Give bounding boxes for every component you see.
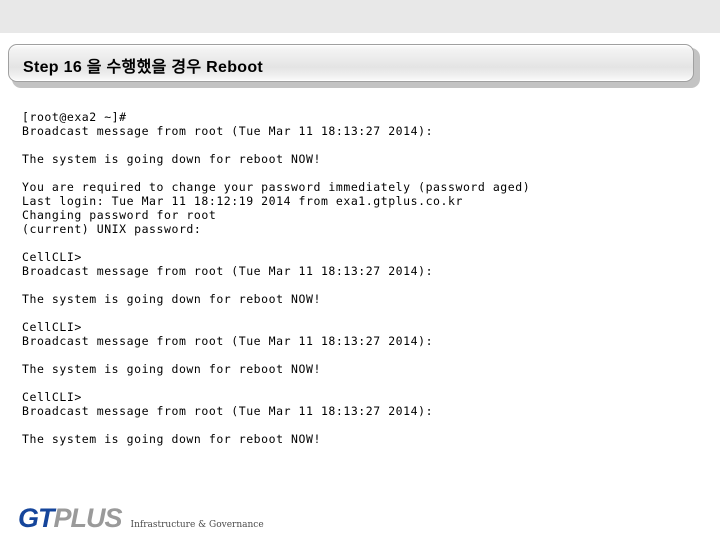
terminal-line: CellCLI> — [22, 390, 82, 404]
terminal-line: You are required to change your password… — [22, 180, 531, 194]
gtplus-logo: GTPLUS — [18, 503, 123, 533]
logo-text-plus: PLUS — [53, 503, 123, 533]
terminal-line: (current) UNIX password: — [22, 222, 202, 236]
terminal-line: [root@exa2 ~]# — [22, 110, 127, 124]
terminal-line: The system is going down for reboot NOW! — [22, 362, 321, 376]
terminal-line: CellCLI> — [22, 250, 82, 264]
terminal-line: Broadcast message from root (Tue Mar 11 … — [22, 264, 434, 278]
terminal-line: Broadcast message from root (Tue Mar 11 … — [22, 124, 434, 138]
terminal-output: [root@exa2 ~]# Broadcast message from roo… — [22, 110, 682, 446]
slide-title-bar: Step 16 을 수행했을 경우 Reboot — [8, 44, 700, 88]
footer-logo: GTPLUS Infrastructure & Governance — [18, 498, 264, 532]
logo-text-gt: GT — [18, 503, 54, 533]
terminal-line: Broadcast message from root (Tue Mar 11 … — [22, 334, 434, 348]
terminal-line: The system is going down for reboot NOW! — [22, 432, 321, 446]
top-decoration-band — [0, 0, 720, 33]
terminal-line: Last login: Tue Mar 11 18:12:19 2014 fro… — [22, 194, 463, 208]
slide-title-panel: Step 16 을 수행했을 경우 Reboot — [8, 44, 694, 82]
terminal-line: CellCLI> — [22, 320, 82, 334]
page-title: Step 16 을 수행했을 경우 Reboot — [23, 59, 264, 76]
terminal-line: The system is going down for reboot NOW! — [22, 152, 321, 166]
terminal-line: Changing password for root — [22, 208, 217, 222]
terminal-line: Broadcast message from root (Tue Mar 11 … — [22, 404, 434, 418]
logo-tagline: Infrastructure & Governance — [130, 520, 264, 530]
terminal-line: The system is going down for reboot NOW! — [22, 292, 321, 306]
